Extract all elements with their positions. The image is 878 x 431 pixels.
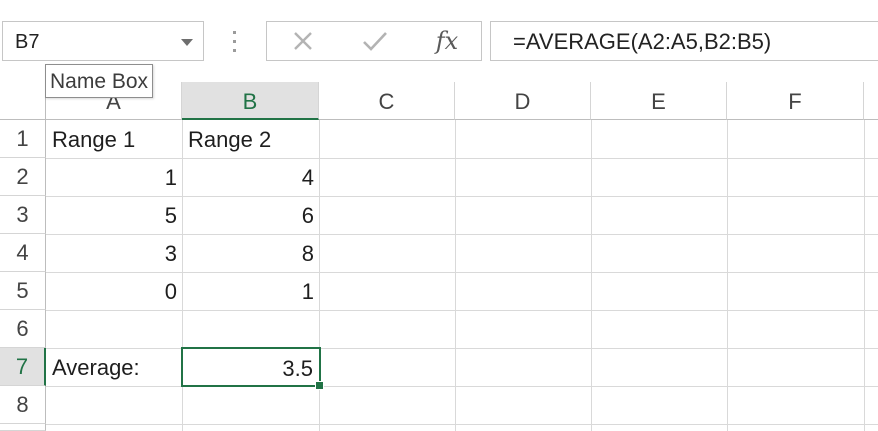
row-header-5[interactable]: 5 xyxy=(0,272,46,310)
fx-icon: fx xyxy=(435,27,459,55)
gridline xyxy=(455,120,456,431)
enter-button[interactable] xyxy=(345,22,405,60)
formula-buttons: fx xyxy=(266,21,482,61)
cell-b4[interactable]: 8 xyxy=(182,234,319,272)
gridline xyxy=(591,120,592,431)
row-header-9[interactable] xyxy=(0,424,46,431)
cell-a1[interactable]: Range 1 xyxy=(46,120,182,158)
row-header-7[interactable]: 7 xyxy=(0,348,46,386)
gridline xyxy=(864,120,865,431)
fill-handle[interactable] xyxy=(315,381,324,390)
insert-function-button[interactable]: fx xyxy=(417,22,477,60)
gridline xyxy=(46,310,878,311)
resize-grip-icon[interactable] xyxy=(233,31,237,53)
cell-b2[interactable]: 4 xyxy=(182,158,319,196)
name-box[interactable]: B7 xyxy=(2,21,204,61)
gridline xyxy=(46,424,878,425)
checkmark-icon xyxy=(363,32,387,51)
formula-text[interactable]: =AVERAGE(A2:A5,B2:B5) xyxy=(513,29,771,55)
close-icon xyxy=(294,32,312,50)
cell-b7-active[interactable]: 3.5 xyxy=(181,347,321,387)
name-box-value[interactable]: B7 xyxy=(15,31,39,54)
cell-a5[interactable]: 0 xyxy=(46,272,182,310)
column-header-b[interactable]: B xyxy=(182,82,319,120)
cell-b1[interactable]: Range 2 xyxy=(182,120,319,158)
row-header-8[interactable]: 8 xyxy=(0,386,46,424)
cell-a7[interactable]: Average: xyxy=(46,348,182,386)
cancel-button[interactable] xyxy=(273,22,333,60)
cell-b5[interactable]: 1 xyxy=(182,272,319,310)
cell-a3[interactable]: 5 xyxy=(46,196,182,234)
column-header-g[interactable] xyxy=(864,82,878,120)
chevron-down-icon[interactable] xyxy=(181,39,193,46)
row-header-2[interactable]: 2 xyxy=(0,158,46,196)
select-all-corner[interactable] xyxy=(0,82,46,120)
row-header-3[interactable]: 3 xyxy=(0,196,46,234)
row-header-1[interactable]: 1 xyxy=(0,120,46,158)
column-header-e[interactable]: E xyxy=(591,82,727,120)
formula-input[interactable]: =AVERAGE(A2:A5,B2:B5) xyxy=(490,21,878,61)
row-header-4[interactable]: 4 xyxy=(0,234,46,272)
gridline xyxy=(46,386,878,387)
cell-a4[interactable]: 3 xyxy=(46,234,182,272)
gridline xyxy=(727,120,728,431)
row-header-6[interactable]: 6 xyxy=(0,310,46,348)
column-header-d[interactable]: D xyxy=(455,82,591,120)
column-header-f[interactable]: F xyxy=(727,82,864,120)
spreadsheet-grid: A B C D E F 1 2 3 4 5 6 7 8 Range 1 Rang… xyxy=(0,82,878,431)
cell-a2[interactable]: 1 xyxy=(46,158,182,196)
column-header-c[interactable]: C xyxy=(319,82,455,120)
cell-b3[interactable]: 6 xyxy=(182,196,319,234)
name-box-tooltip: Name Box xyxy=(45,64,154,98)
